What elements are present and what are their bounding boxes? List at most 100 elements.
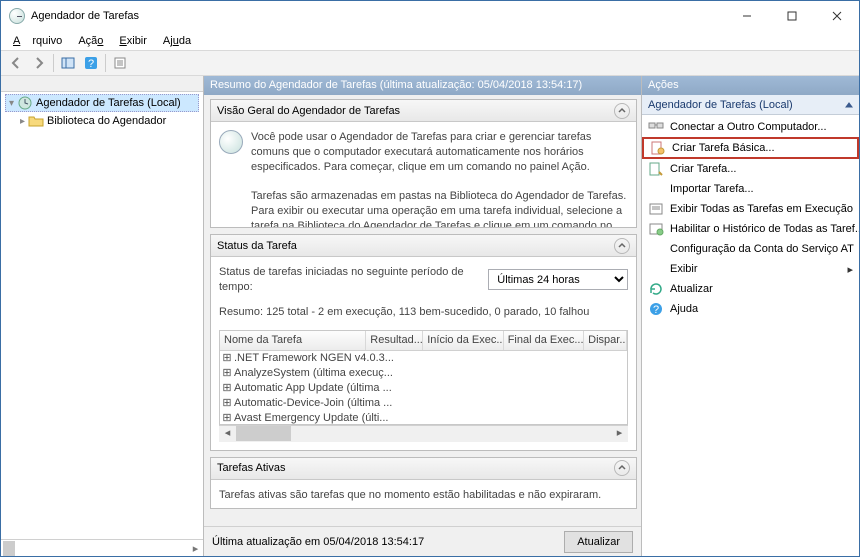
create-icon [648, 161, 664, 177]
expand-icon[interactable]: ▸ [17, 116, 28, 127]
table-row[interactable]: ⊞.NET Framework NGEN v4.0.3... [220, 351, 627, 366]
status-header[interactable]: Status da Tarefa [211, 235, 636, 257]
menu-view[interactable]: Exibir [113, 34, 153, 48]
action-import-3[interactable]: Importar Tarefa... [642, 179, 859, 199]
basic-icon [650, 140, 666, 156]
status-summary-line: Resumo: 125 total - 2 em execução, 113 b… [219, 305, 628, 320]
expand-icon[interactable]: ▾ [6, 98, 17, 109]
summary-header: Resumo do Agendador de Tarefas (última a… [204, 76, 641, 95]
tree-pane: ▾ Agendador de Tarefas (Local) ▸ Bibliot… [1, 76, 204, 556]
active-title: Tarefas Ativas [217, 462, 285, 474]
maximize-button[interactable] [769, 2, 814, 30]
action-help-9[interactable]: ? Ajuda [642, 299, 859, 319]
svg-text:?: ? [88, 58, 94, 70]
chevron-up-icon[interactable] [614, 460, 630, 476]
chevron-up-icon[interactable] [614, 103, 630, 119]
overview-section: Visão Geral do Agendador de Tarefas Você… [210, 99, 637, 228]
table-row[interactable]: ⊞Avast Emergency Update (últi... [220, 411, 627, 426]
action-label: Conectar a Outro Computador... [670, 121, 827, 133]
col-result[interactable]: Resultad... [366, 331, 423, 350]
summary-pane: Resumo do Agendador de Tarefas (última a… [204, 76, 642, 556]
task-list-scrollbar[interactable]: ◂▸ [219, 425, 628, 442]
import-icon [648, 181, 664, 197]
properties-button[interactable] [109, 52, 131, 74]
app-icon [9, 8, 25, 24]
active-section: Tarefas Ativas Tarefas ativas são tarefa… [210, 457, 637, 509]
action-running-4[interactable]: Exibir Todas as Tarefas em Execução [642, 199, 859, 219]
active-desc: Tarefas ativas são tarefas que no moment… [219, 488, 628, 503]
forward-button[interactable] [28, 52, 50, 74]
clock-icon [219, 130, 243, 154]
none-icon [648, 261, 664, 277]
window-title: Agendador de Tarefas [31, 10, 139, 22]
actions-header: Ações [642, 76, 859, 95]
action-label: Exibir [670, 263, 698, 275]
connect-icon [648, 119, 664, 135]
none-icon [648, 241, 664, 257]
menu-file[interactable]: Arquivo [7, 34, 68, 48]
action-label: Ajuda [670, 303, 698, 315]
action-label: Atualizar [670, 283, 713, 295]
active-header[interactable]: Tarefas Ativas [211, 458, 636, 480]
action-history-5[interactable]: Habilitar o Histórico de Todas as Taref.… [642, 219, 859, 239]
scheduler-icon [17, 95, 33, 111]
action-basic-1[interactable]: Criar Tarefa Básica... [642, 137, 859, 159]
tree-root[interactable]: ▾ Agendador de Tarefas (Local) [5, 94, 199, 112]
chevron-up-icon [845, 101, 853, 109]
overview-header[interactable]: Visão Geral do Agendador de Tarefas [211, 100, 636, 122]
overview-para1: Você pode usar o Agendador de Tarefas pa… [251, 130, 628, 175]
help-icon: ? [648, 301, 664, 317]
help-button[interactable]: ? [80, 52, 102, 74]
action-none-6[interactable]: Configuração da Conta do Serviço AT [642, 239, 859, 259]
panes-button[interactable] [57, 52, 79, 74]
status-period-label: Status de tarefas iniciadas no seguinte … [219, 265, 480, 295]
table-row[interactable]: ⊞Automatic App Update (última ... [220, 381, 627, 396]
status-title: Status da Tarefa [217, 240, 297, 252]
action-label: Configuração da Conta do Serviço AT [670, 243, 854, 255]
action-connect-0[interactable]: Conectar a Outro Computador... [642, 117, 859, 137]
window-titlebar: Agendador de Tarefas [1, 1, 859, 31]
col-end[interactable]: Final da Exec... [504, 331, 584, 350]
action-create-2[interactable]: Criar Tarefa... [642, 159, 859, 179]
folder-icon [28, 113, 44, 129]
action-label: Criar Tarefa... [670, 163, 736, 175]
status-period-select[interactable]: Últimas 24 horas [488, 269, 628, 290]
col-start[interactable]: Início da Exec... [423, 331, 503, 350]
summary-footer: Última atualização em 05/04/2018 13:54:1… [204, 526, 641, 556]
tree-root-label: Agendador de Tarefas (Local) [36, 97, 181, 109]
chevron-up-icon[interactable] [614, 238, 630, 254]
tree-library-label: Biblioteca do Agendador [47, 115, 166, 127]
tree-library[interactable]: ▸ Biblioteca do Agendador [5, 112, 199, 130]
close-button[interactable] [814, 2, 859, 30]
action-none-7[interactable]: Exibir ▸ [642, 259, 859, 279]
action-label: Importar Tarefa... [670, 183, 754, 195]
menu-action[interactable]: Ação [72, 34, 109, 48]
action-label: Exibir Todas as Tarefas em Execução [670, 203, 853, 215]
refresh-button[interactable]: Atualizar [564, 531, 633, 553]
last-update-label: Última atualização em 05/04/2018 13:54:1… [212, 536, 424, 548]
actions-pane: Ações Agendador de Tarefas (Local) Conec… [642, 76, 859, 556]
toolbar: ? [1, 50, 859, 76]
table-header: Nome da Tarefa Resultad... Início da Exe… [220, 331, 627, 351]
back-button[interactable] [5, 52, 27, 74]
action-refresh-8[interactable]: Atualizar [642, 279, 859, 299]
table-body: ⊞.NET Framework NGEN v4.0.3... ⊞AnalyzeS… [220, 351, 627, 426]
col-trigger[interactable]: Dispar... [584, 331, 627, 350]
history-icon [648, 221, 664, 237]
submenu-arrow-icon: ▸ [847, 263, 853, 276]
svg-text:?: ? [653, 304, 659, 316]
col-name[interactable]: Nome da Tarefa [220, 331, 366, 350]
status-section: Status da Tarefa Status de tarefas inici… [210, 234, 637, 451]
actions-subheader[interactable]: Agendador de Tarefas (Local) [642, 95, 859, 115]
menu-help[interactable]: Ajuda [157, 34, 197, 48]
tree-scrollbar[interactable]: ▸ [1, 539, 203, 556]
overview-para2: Tarefas são armazenadas em pastas na Bib… [251, 189, 628, 227]
minimize-button[interactable] [724, 2, 769, 30]
running-icon [648, 201, 664, 217]
task-list: Nome da Tarefa Resultad... Início da Exe… [219, 330, 628, 425]
table-row[interactable]: ⊞Automatic-Device-Join (última ... [220, 396, 627, 411]
action-label: Habilitar o Histórico de Todas as Taref.… [670, 223, 859, 235]
table-row[interactable]: ⊞AnalyzeSystem (última execuç... [220, 366, 627, 381]
refresh-icon [648, 281, 664, 297]
overview-title: Visão Geral do Agendador de Tarefas [217, 105, 400, 117]
